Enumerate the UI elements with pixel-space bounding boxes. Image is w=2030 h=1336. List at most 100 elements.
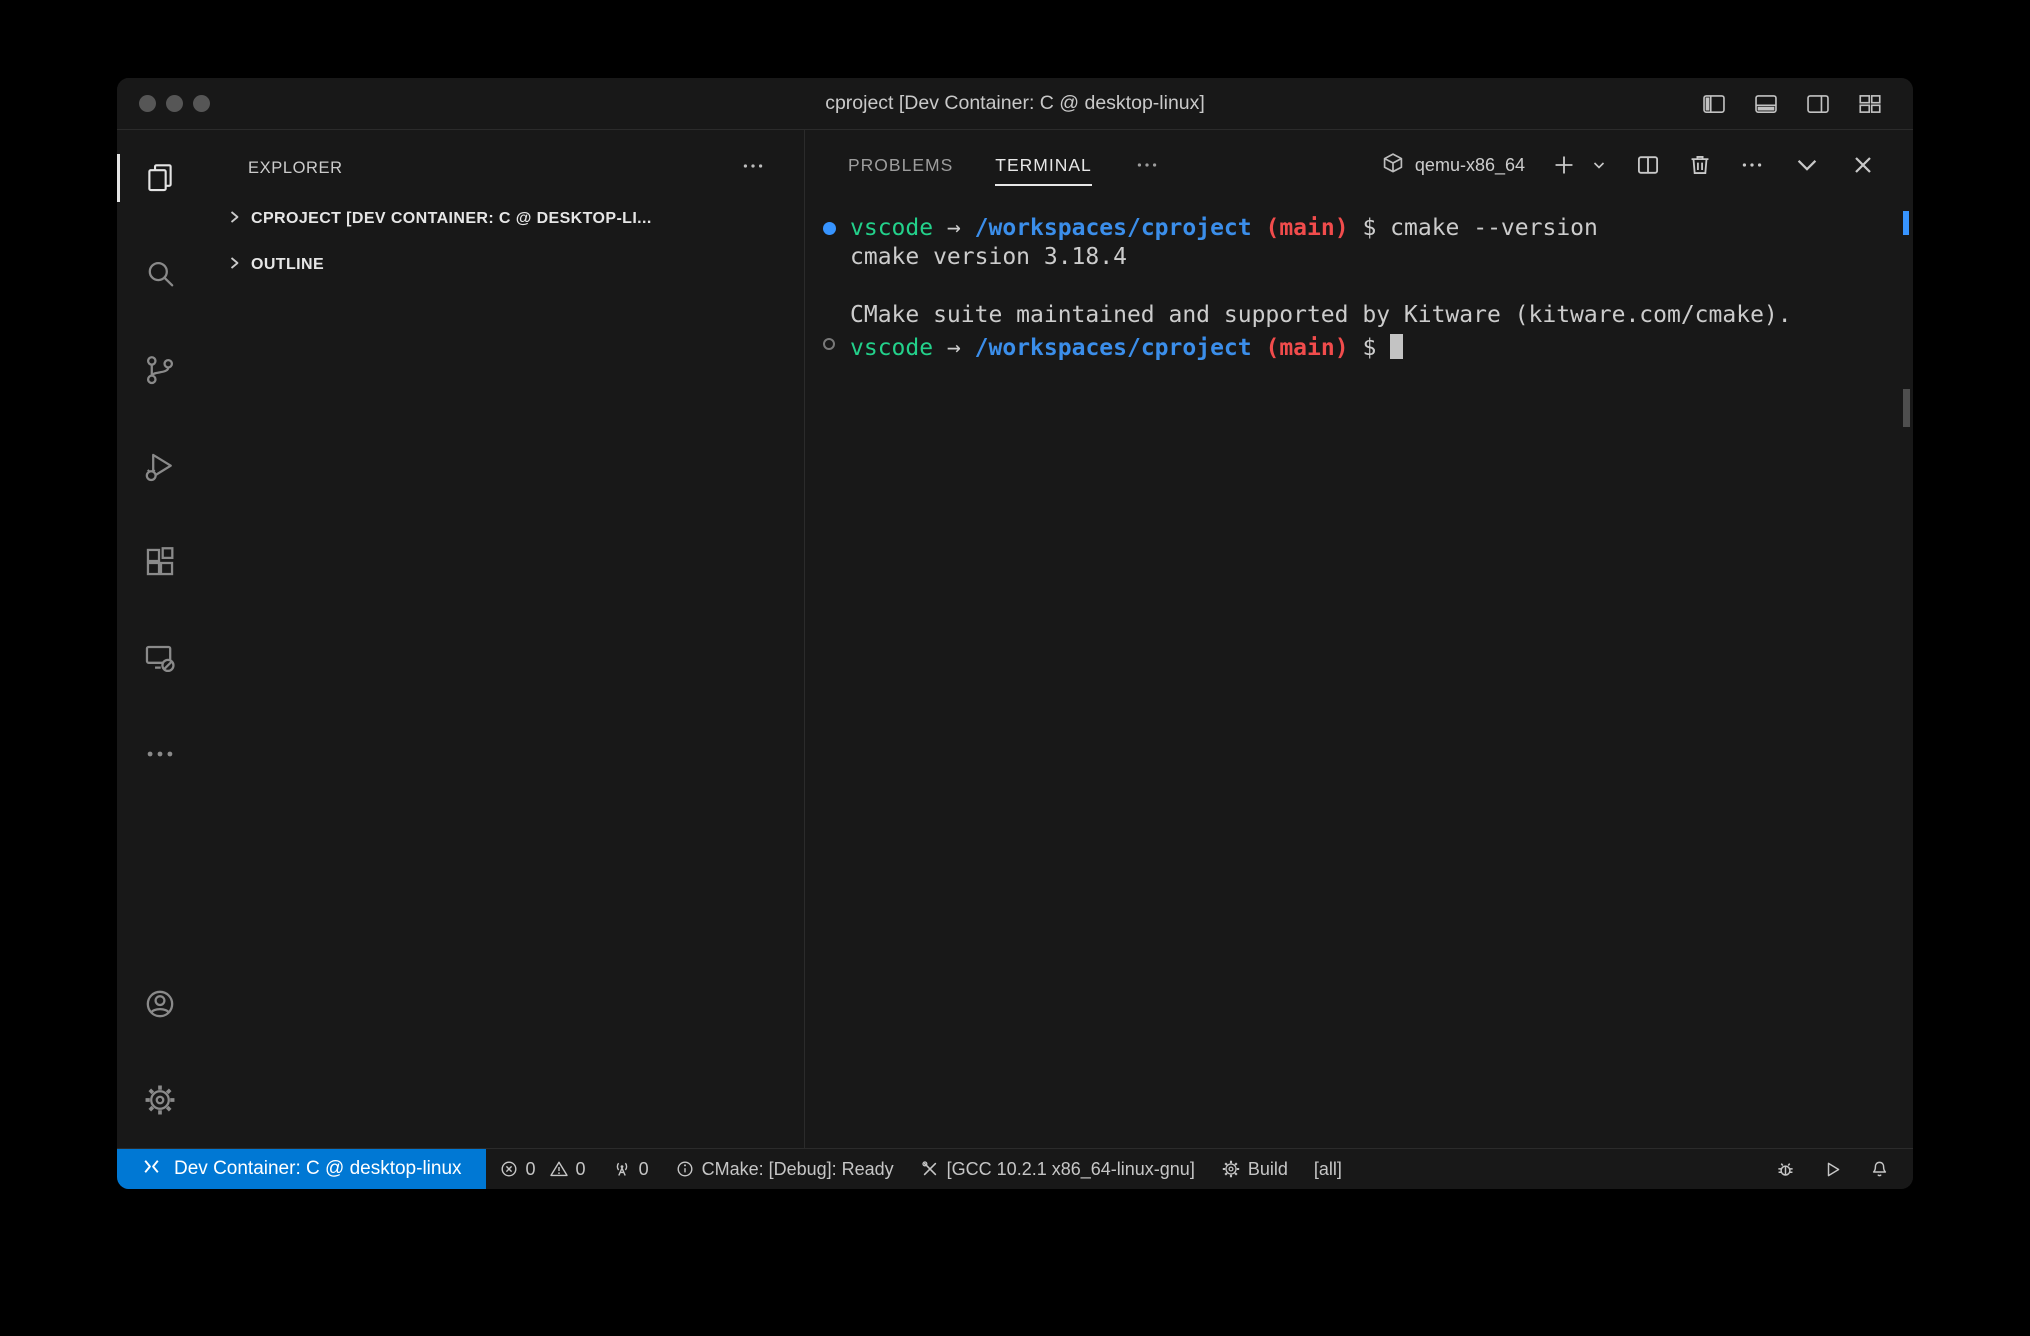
warning-icon: [549, 1159, 569, 1179]
kit-label: [GCC 10.2.1 x86_64-linux-gnu]: [947, 1159, 1195, 1180]
debug-status-item[interactable]: [1762, 1149, 1809, 1189]
tab-label: PROBLEMS: [848, 155, 953, 176]
activity-settings-button[interactable]: [117, 1052, 203, 1148]
terminal-output-line: CMake suite maintained and supported by …: [850, 301, 1873, 330]
tab-terminal[interactable]: TERMINAL: [995, 130, 1091, 192]
activity-account-button[interactable]: [117, 956, 203, 1052]
terminal-prompt-line: vscode → /workspaces/cproject (main) $: [850, 330, 1873, 359]
run-icon: [1822, 1159, 1843, 1180]
prompt-git-branch: (main): [1265, 335, 1348, 361]
build-target-label: [all]: [1314, 1159, 1342, 1180]
settings-icon: [143, 1083, 177, 1117]
command-success-decoration-icon[interactable]: [823, 222, 836, 235]
toggle-panel-icon[interactable]: [1753, 91, 1779, 117]
command-pending-decoration-icon[interactable]: [823, 338, 835, 350]
prompt-dollar: $: [1362, 215, 1376, 241]
titlebar: cproject [Dev Container: C @ desktop-lin…: [117, 78, 1913, 130]
build-target-item[interactable]: [all]: [1301, 1149, 1355, 1189]
search-icon: [143, 257, 177, 291]
terminal-profile-icon: [1381, 151, 1405, 180]
section-label: CPROJECT [DEV CONTAINER: C @ DESKTOP-LI.…: [251, 210, 652, 228]
activity-more-button[interactable]: [117, 706, 203, 802]
source-control-icon: [143, 353, 177, 387]
prompt-cwd: /workspaces/cproject: [975, 215, 1252, 241]
chevron-right-icon: [225, 208, 243, 231]
close-panel-icon[interactable]: [1849, 151, 1877, 179]
terminal-profile-label: qemu-x86_64: [1415, 155, 1525, 176]
build-icon: [1221, 1159, 1241, 1179]
problems-status-item[interactable]: 0 0: [486, 1149, 599, 1189]
section-label: OUTLINE: [251, 256, 324, 274]
hide-panel-icon[interactable]: [1793, 151, 1821, 179]
prompt-arrow-icon: →: [947, 335, 961, 361]
overview-ruler-decoration: [1903, 211, 1909, 235]
new-terminal-dropdown-icon[interactable]: [1591, 157, 1607, 173]
kit-icon: [920, 1159, 940, 1179]
prompt-user: vscode: [850, 335, 933, 361]
sidebar-title: EXPLORER: [248, 159, 343, 178]
build-label: Build: [1248, 1159, 1288, 1180]
customize-layout-icon[interactable]: [1857, 91, 1883, 117]
error-icon: [499, 1159, 519, 1179]
run-debug-icon: [143, 449, 177, 483]
kill-terminal-icon[interactable]: [1687, 152, 1713, 178]
panel-header: PROBLEMS TERMINAL qemu-x86_64: [805, 130, 1913, 192]
ports-icon: [612, 1159, 632, 1179]
kit-status-item[interactable]: [GCC 10.2.1 x86_64-linux-gnu]: [907, 1149, 1208, 1189]
toggle-primary-sidebar-icon[interactable]: [1701, 91, 1727, 117]
notifications-item[interactable]: [1856, 1149, 1903, 1189]
activity-remote-explorer-button[interactable]: [117, 610, 203, 706]
terminal-scrollbar-thumb[interactable]: [1903, 389, 1910, 427]
prompt-git-branch: (main): [1265, 215, 1348, 241]
remote-label: Dev Container: C @ desktop-linux: [174, 1158, 462, 1180]
sidebar-section-cproject[interactable]: CPROJECT [DEV CONTAINER: C @ DESKTOP-LI.…: [203, 196, 804, 242]
more-icon: [143, 737, 177, 771]
new-terminal-icon[interactable]: [1551, 152, 1577, 178]
tab-label: TERMINAL: [995, 155, 1091, 176]
files-icon: [143, 161, 177, 195]
terminal-profile-button[interactable]: qemu-x86_64: [1381, 151, 1525, 180]
terminal-more-actions-icon[interactable]: [1739, 152, 1765, 178]
activity-run-debug-button[interactable]: [117, 418, 203, 514]
remote-indicator[interactable]: Dev Container: C @ desktop-linux: [117, 1149, 486, 1189]
extensions-icon: [143, 545, 177, 579]
activity-bar: [117, 130, 203, 1148]
activity-source-control-button[interactable]: [117, 322, 203, 418]
toggle-secondary-sidebar-icon[interactable]: [1805, 91, 1831, 117]
info-icon: [675, 1159, 695, 1179]
chevron-right-icon: [225, 254, 243, 277]
panel-tabs-more-button[interactable]: [1134, 130, 1160, 192]
remote-icon: [141, 1156, 162, 1182]
account-icon: [143, 987, 177, 1021]
sidebar-section-outline[interactable]: OUTLINE: [203, 242, 804, 288]
terminal-cursor: [1390, 334, 1403, 359]
activity-extensions-button[interactable]: [117, 514, 203, 610]
activity-explorer-button[interactable]: [117, 130, 203, 226]
warning-count: 0: [576, 1159, 586, 1180]
terminal-command: cmake --version: [1390, 215, 1598, 241]
status-bar: Dev Container: C @ desktop-linux 0 0 0 C…: [117, 1148, 1913, 1189]
debug-icon: [1775, 1159, 1796, 1180]
terminal-viewport[interactable]: vscode → /workspaces/cproject (main) $ c…: [805, 192, 1913, 1148]
tab-problems[interactable]: PROBLEMS: [848, 130, 953, 192]
main-area: EXPLORER CPROJECT [DEV CONTAINER: C @ DE…: [117, 130, 1913, 1148]
window-title: cproject [Dev Container: C @ desktop-lin…: [117, 92, 1913, 115]
explorer-more-actions-button[interactable]: [740, 153, 766, 184]
cmake-status-item[interactable]: CMake: [Debug]: Ready: [662, 1149, 907, 1189]
activity-search-button[interactable]: [117, 226, 203, 322]
build-status-item[interactable]: Build: [1208, 1149, 1301, 1189]
vscode-window: cproject [Dev Container: C @ desktop-lin…: [117, 78, 1913, 1189]
bottom-panel: PROBLEMS TERMINAL qemu-x86_64: [805, 130, 1913, 1148]
explorer-sidebar: EXPLORER CPROJECT [DEV CONTAINER: C @ DE…: [203, 130, 805, 1148]
run-status-item[interactable]: [1809, 1149, 1856, 1189]
remote-explorer-icon: [143, 641, 177, 675]
cmake-status-label: CMake: [Debug]: Ready: [702, 1159, 894, 1180]
prompt-dollar: $: [1362, 335, 1376, 361]
prompt-user: vscode: [850, 215, 933, 241]
ports-status-item[interactable]: 0: [599, 1149, 662, 1189]
bell-icon: [1869, 1159, 1890, 1180]
error-count: 0: [526, 1159, 536, 1180]
terminal-output-line: cmake version 3.18.4: [850, 243, 1873, 272]
split-terminal-icon[interactable]: [1635, 152, 1661, 178]
prompt-arrow-icon: →: [947, 215, 961, 241]
